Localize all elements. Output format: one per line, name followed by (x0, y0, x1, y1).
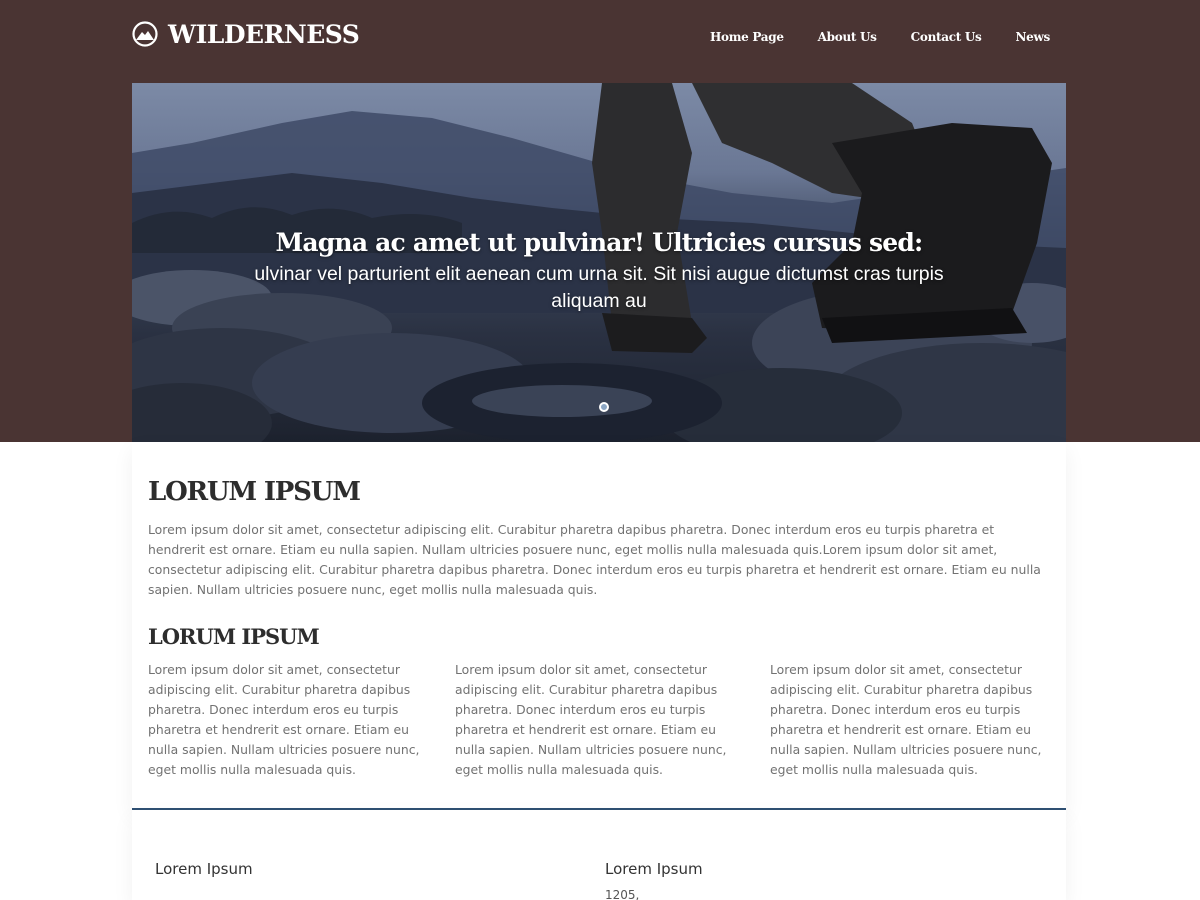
section-heading: LORUM IPSUM (148, 477, 361, 507)
column-text-2: Lorem ipsum dolor sit amet, consectetur … (455, 662, 727, 777)
logo[interactable]: WILDERNESS (132, 17, 360, 51)
site-name: WILDERNESS (168, 19, 360, 49)
hero-title: Magna ac amet ut pulvinar! Ultricies cur… (275, 228, 923, 257)
column-text-1: Lorem ipsum dolor sit amet, consectetur … (148, 662, 420, 777)
site-header: WILDERNESS Home Page About Us Contact Us… (132, 14, 1066, 64)
nav-about-us[interactable]: About Us (818, 30, 877, 44)
nav-home-page[interactable]: Home Page (710, 30, 784, 44)
site-footer: Lorem Ipsum Lorem Ipsum 1205, (132, 810, 1066, 900)
hero-caption: Magna ac amet ut pulvinar! Ultricies cur… (132, 228, 1066, 315)
hero-slider: Magna ac amet ut pulvinar! Ultricies cur… (132, 83, 1066, 442)
nav-news[interactable]: News (1016, 30, 1051, 44)
column-text-3: Lorem ipsum dolor sit amet, consectetur … (770, 662, 1042, 777)
section-subheading: LORUM IPSUM (148, 624, 320, 649)
main-nav: Home Page About Us Contact Us News (710, 30, 1050, 44)
footer-title-left: Lorem Ipsum (155, 860, 253, 878)
footer-address: 1205, (605, 888, 640, 900)
intro-paragraph: Lorem ipsum dolor sit amet, consectetur … (148, 522, 1041, 597)
footer-title-right: Lorem Ipsum (605, 860, 703, 878)
mountain-circle-icon (132, 21, 158, 47)
nav-contact-us[interactable]: Contact Us (911, 30, 982, 44)
slider-dot[interactable] (599, 402, 609, 412)
hero-subtitle: ulvinar vel parturient elit aenean cum u… (254, 263, 944, 312)
main-content: LORUM IPSUM Lorem ipsum dolor sit amet, … (132, 442, 1066, 810)
